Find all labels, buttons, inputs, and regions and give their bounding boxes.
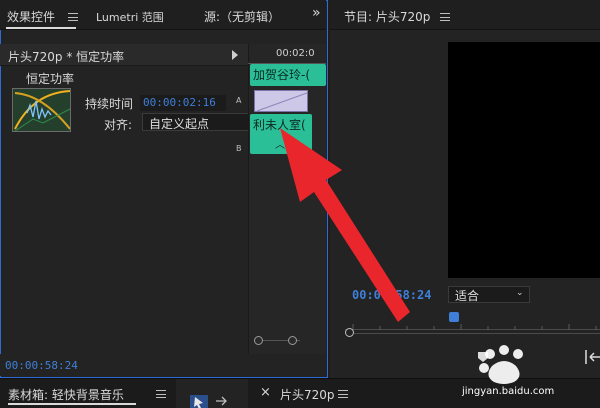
transition-block[interactable] <box>254 90 308 112</box>
alignment-label: 对齐: <box>104 118 133 132</box>
watermark-site: jingyan.baidu.com <box>462 386 555 397</box>
clip-header: 片头720p * 恒定功率 <box>0 44 248 66</box>
baidu-watermark: jingyan.baidu.com <box>460 340 600 408</box>
tab-sequence[interactable]: 片头720p <box>280 386 335 403</box>
tab-project-bin[interactable]: 素材箱: 轻快背景音乐 <box>8 386 124 403</box>
program-monitor-title[interactable]: 节目: 片头720p <box>344 8 430 25</box>
bin-tab-underline <box>8 403 136 405</box>
program-scroll-handle[interactable] <box>345 328 354 337</box>
left-zoom-scrollbar[interactable] <box>254 336 300 348</box>
clip-title: 片头720p * 恒定功率 <box>8 50 125 64</box>
duration-value[interactable]: 00:00:02:16 <box>140 95 226 111</box>
effect-name: 恒定功率 <box>26 72 75 86</box>
active-tab-indicator <box>6 27 76 29</box>
program-time-ruler[interactable] <box>345 316 600 330</box>
clip-a-block[interactable]: 加贺谷玲-( <box>250 64 326 86</box>
marker-b-label: B <box>236 144 242 153</box>
tab-lumetri-scopes[interactable]: Lumetri 范围 <box>96 9 164 25</box>
sequence-menu-icon[interactable] <box>338 390 348 398</box>
program-tab-bar: 节目: 片头720p <box>330 0 600 30</box>
program-timecode[interactable]: 00:00:58:24 <box>352 288 431 302</box>
clip-b-block[interactable]: 利未人室( <box>250 114 312 136</box>
tools-panel <box>176 379 248 408</box>
zoom-handle-left[interactable] <box>254 336 263 345</box>
program-video-frame <box>448 42 600 278</box>
track-select-icon <box>216 396 227 406</box>
program-menu-icon[interactable] <box>440 13 450 21</box>
caret-up-icon: ︿ <box>275 140 285 151</box>
tab-effect-controls[interactable]: 效果控件 <box>7 8 55 25</box>
footer-timecode[interactable]: 00:00:58:24 <box>5 359 78 372</box>
panel-menu-icon[interactable] <box>68 13 78 21</box>
program-scrollbar[interactable] <box>345 333 600 334</box>
zoom-handle-right[interactable] <box>288 336 297 345</box>
duration-label: 持续时间 <box>85 97 134 111</box>
bin-menu-icon[interactable] <box>156 390 166 398</box>
close-icon[interactable]: × <box>260 385 271 400</box>
marker-a-label: A <box>236 96 242 105</box>
chevron-down-icon: ⌄ <box>516 288 524 298</box>
transition-preview-thumbnail <box>12 88 71 132</box>
playhead[interactable] <box>449 312 459 322</box>
left-tab-bar: 效果控件 Lumetri 范围 源:（无剪辑） » <box>0 0 326 30</box>
play-transition-icon[interactable] <box>232 50 238 60</box>
tab-source[interactable]: 源:（无剪辑） <box>204 8 280 25</box>
alignment-dropdown[interactable]: 自定义起点 <box>142 113 250 131</box>
panel-overflow-icon[interactable]: » <box>312 5 321 21</box>
